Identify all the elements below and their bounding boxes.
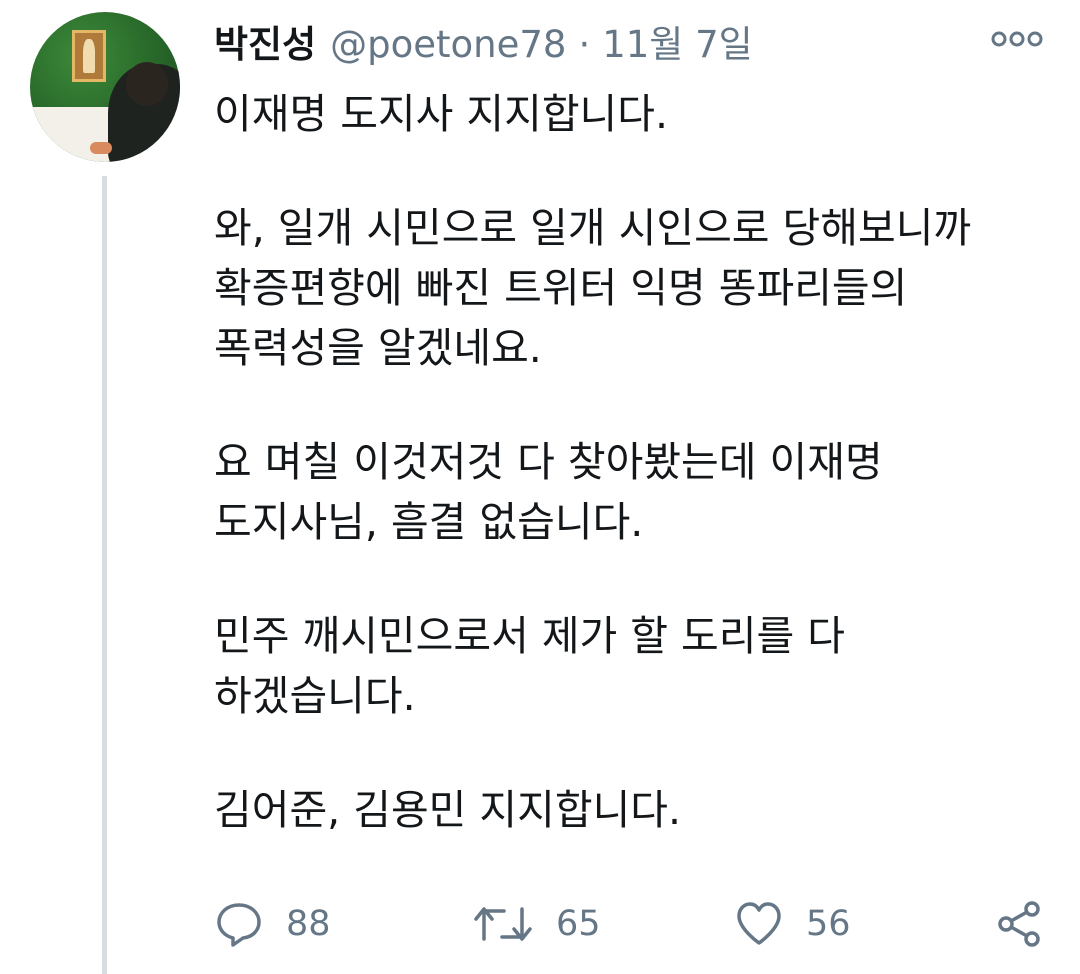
user-handle[interactable]: @poetone78: [330, 23, 566, 66]
thread-line: [102, 176, 107, 974]
retweet-count: 65: [556, 904, 601, 944]
tweet-paragraph: 와, 일개 시민으로 일개 시인으로 당해보니까 확증편향에 빠진 트위터 익명…: [214, 204, 972, 372]
avatar-person: [108, 62, 180, 162]
tweet-paragraph: 요 며칠 이것저것 다 찾아봤는데 이재명 도지사님, 흠결 없습니다.: [214, 438, 883, 546]
avatar-hand: [90, 142, 112, 154]
heart-icon: [734, 899, 784, 949]
tweet-actions: 88 65 56: [214, 896, 1050, 952]
reply-icon: [214, 899, 264, 949]
like-count: 56: [806, 904, 851, 944]
retweet-icon: [472, 899, 534, 949]
like-button[interactable]: 56: [734, 896, 851, 952]
tweet-paragraph: 이재명 도지사 지지합니다.: [214, 90, 669, 138]
tweet-header: 박진성 @poetone78 · 11월 7일: [214, 14, 753, 66]
share-button[interactable]: [994, 896, 1044, 952]
share-icon: [994, 899, 1044, 949]
avatar-painting: [72, 30, 106, 82]
reply-count: 88: [286, 904, 331, 944]
tweet-paragraph: 김어준, 김용민 지지합니다.: [214, 786, 682, 834]
header-separator: ·: [578, 23, 591, 66]
more-options-icon: [990, 26, 1044, 52]
retweet-button[interactable]: 65: [472, 896, 601, 952]
tweet-text: 이재명 도지사 지지합니다. 와, 일개 시민으로 일개 시인으로 당해보니까 …: [214, 84, 1050, 840]
reply-button[interactable]: 88: [214, 896, 331, 952]
tweet[interactable]: 박진성 @poetone78 · 11월 7일 이재명 도지사 지지합니다. 와…: [0, 0, 1080, 974]
tweet-paragraph: 민주 깨시민으로서 제가 할 도리를 다 하겠습니다.: [214, 612, 845, 720]
avatar[interactable]: [30, 12, 180, 162]
display-name[interactable]: 박진성: [214, 14, 316, 68]
more-options-button[interactable]: [990, 26, 1044, 52]
tweet-date[interactable]: 11월 7일: [602, 14, 752, 68]
